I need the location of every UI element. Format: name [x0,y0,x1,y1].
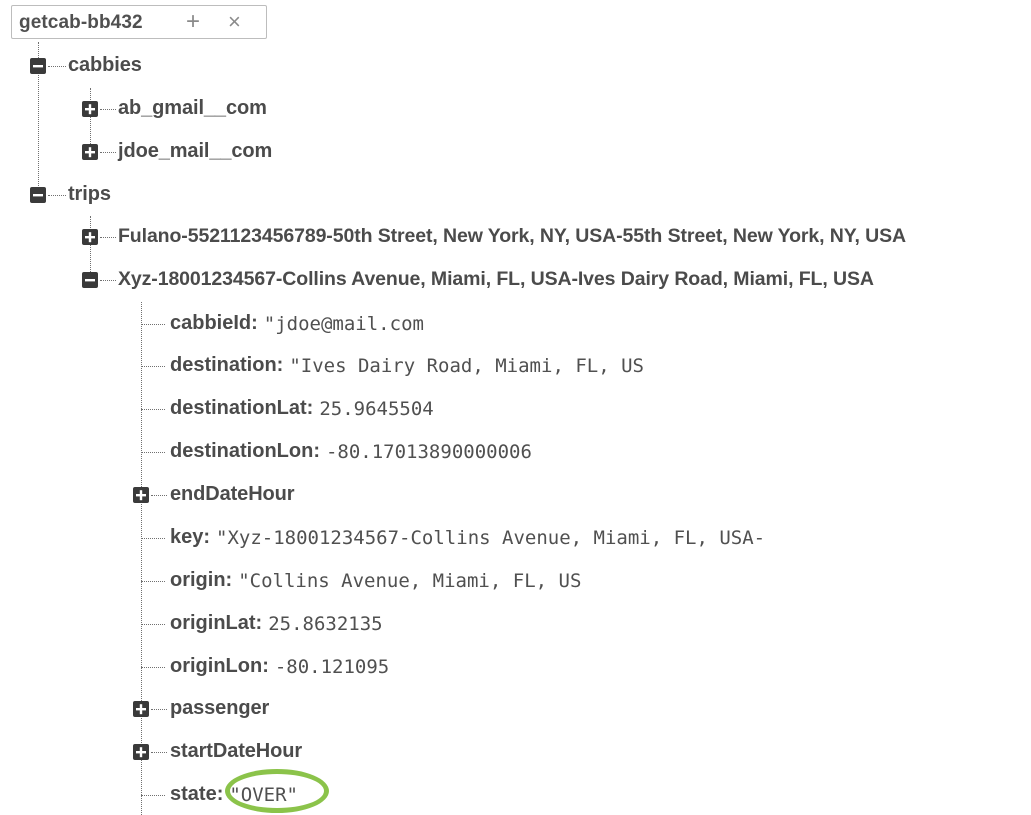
field-endDateHour[interactable]: endDateHour [131,482,431,508]
field-value[interactable]: "Xyz-18001234567-Collins Avenue, Miami, … [216,526,765,550]
node-label[interactable]: endDateHour [170,483,295,506]
minus-square-icon[interactable] [28,185,48,205]
field-key[interactable]: origin: [170,569,232,591]
minus-square-icon[interactable] [80,270,100,290]
node-label[interactable]: startDateHour [170,740,302,763]
plus-square-icon[interactable] [80,99,100,119]
plus-square-icon[interactable] [80,227,100,247]
field-key[interactable]: originLon: [170,655,269,677]
tree-node-cabbie[interactable]: ab_gmail__com [80,96,340,122]
database-name[interactable]: getcab-bb432 [19,12,143,34]
plus-square-icon[interactable] [131,485,151,505]
field-value[interactable]: "Collins Avenue, Miami, FL, US [238,569,581,593]
field-value[interactable]: "Ives Dairy Road, Miami, FL, US [289,354,644,378]
highlight-circle [225,769,329,813]
node-label[interactable]: jdoe_mail__com [118,140,272,163]
field-value[interactable]: -80.121095 [275,655,389,679]
node-label[interactable]: Fulano-5521123456789-50th Street, New Yo… [118,225,906,248]
field-key[interactable]: originLat: [170,612,262,634]
plus-square-icon[interactable] [131,699,151,719]
close-icon[interactable]: × [228,8,241,36]
field-key[interactable]: state: [170,783,223,805]
node-label[interactable]: passenger [170,697,269,720]
field-originLon[interactable]: originLon: -80.121095 [141,654,541,680]
field-value[interactable]: 25.9645504 [319,397,433,421]
field-key[interactable]: key: "Xyz-18001234567-Collins Avenue, Mia… [141,525,861,551]
field-key[interactable]: destinationLon: [170,440,320,462]
field-origin[interactable]: origin: "Collins Avenue, Miami, FL, US [141,568,661,594]
field-destinationLat[interactable]: destinationLat: 25.9645504 [141,396,591,422]
field-startDateHour[interactable]: startDateHour [131,739,431,765]
field-cabbieId[interactable]: cabbieId: "jdoe@mail.com [141,311,591,337]
field-value[interactable]: "jdoe@mail.com [264,312,424,336]
field-value[interactable]: -80.17013890000006 [326,440,532,464]
tree-node-cabbies[interactable]: cabbies [28,53,228,79]
node-label[interactable]: Xyz-18001234567-Collins Avenue, Miami, F… [118,268,874,291]
field-key[interactable]: destination: [170,354,283,376]
field-destination[interactable]: destination: "Ives Dairy Road, Miami, FL,… [141,353,741,379]
tree-node-trips[interactable]: trips [28,182,228,208]
database-chip[interactable]: getcab-bb432 + × [11,5,267,39]
tree-node-cabbie[interactable]: jdoe_mail__com [80,139,340,165]
node-label[interactable]: trips [68,183,111,206]
tree-node-trip[interactable]: Fulano-5521123456789-50th Street, New Yo… [80,224,1031,250]
field-passenger[interactable]: passenger [131,696,431,722]
node-label[interactable]: ab_gmail__com [118,97,267,120]
tree-node-trip[interactable]: Xyz-18001234567-Collins Avenue, Miami, F… [80,267,1020,293]
plus-square-icon[interactable] [131,742,151,762]
field-key[interactable]: key: [170,526,210,548]
add-child-icon[interactable]: + [186,8,200,36]
field-key[interactable]: destinationLat: [170,397,313,419]
field-value[interactable]: 25.8632135 [268,612,382,636]
field-destinationLon[interactable]: destinationLon: -80.17013890000006 [141,439,591,465]
field-originLat[interactable]: originLat: 25.8632135 [141,611,541,637]
field-key[interactable]: cabbieId: [170,312,258,334]
plus-square-icon[interactable] [80,142,100,162]
minus-square-icon[interactable] [28,56,48,76]
node-label[interactable]: cabbies [68,54,142,77]
